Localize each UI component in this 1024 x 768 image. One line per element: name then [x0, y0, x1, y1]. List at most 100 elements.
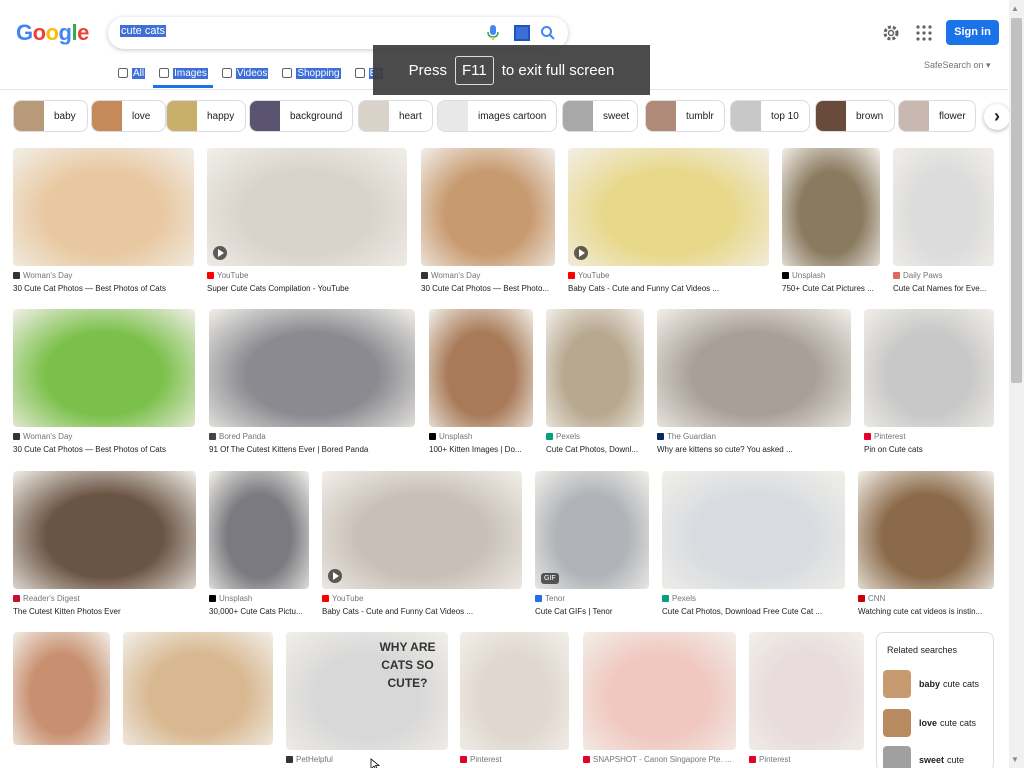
result-thumbnail[interactable]: [429, 309, 533, 427]
result-source[interactable]: Woman's Day: [13, 271, 194, 280]
image-result-card[interactable]: CNN Watching cute cat videos is instin...: [858, 471, 994, 617]
image-result-card[interactable]: GIF Tenor Cute Cat GIFs | Tenor: [535, 471, 649, 617]
image-result-card[interactable]: Woman's Day 30 Cute Cat Photos — Best Pho…: [13, 309, 195, 455]
result-thumbnail[interactable]: [583, 632, 736, 750]
result-source[interactable]: YouTube: [322, 594, 522, 603]
image-result-card[interactable]: Unsplash 750+ Cute Cat Pictures ...: [782, 148, 880, 294]
image-result-card[interactable]: YouTube Baby Cats - Cute and Funny Cat Vi…: [322, 471, 522, 617]
image-result-card[interactable]: Bored Panda 91 Of The Cutest Kittens Ever…: [209, 309, 415, 455]
image-result-card[interactable]: Woman's Day 30 Cute Cat Photos — Best Pho…: [421, 148, 555, 294]
search-input[interactable]: cute cats: [120, 25, 167, 37]
filter-chip[interactable]: love: [91, 100, 166, 132]
result-title[interactable]: Watching cute cat videos is instin...: [858, 607, 994, 616]
filter-chip[interactable]: background: [249, 100, 353, 132]
filter-chip[interactable]: heart: [358, 100, 433, 132]
result-thumbnail[interactable]: [749, 632, 864, 750]
filter-chip[interactable]: images cartoon: [437, 100, 557, 132]
filter-chip[interactable]: tumblr: [645, 100, 725, 132]
result-title[interactable]: 30,000+ Cute Cats Pictu...: [209, 607, 309, 616]
result-title[interactable]: Baby Cats - Cute and Funny Cat Videos ..…: [568, 284, 769, 293]
result-title[interactable]: Cute Cat Photos, Download Free Cute Cat …: [662, 607, 845, 616]
image-result-card[interactable]: WHY ARE CATS SO CUTE? PetHelpful: [286, 632, 448, 768]
camera-lens-icon[interactable]: [514, 25, 530, 41]
result-source[interactable]: YouTube: [207, 271, 407, 280]
result-title[interactable]: Pin on Cute cats: [864, 445, 994, 454]
result-thumbnail[interactable]: [421, 148, 555, 266]
image-result-card[interactable]: Pexels Cute Cat Photos, Download Free Cut…: [662, 471, 845, 617]
result-title[interactable]: 91 Of The Cutest Kittens Ever | Bored Pa…: [209, 445, 415, 454]
image-result-card[interactable]: YouTube Super Cute Cats Compilation - You…: [207, 148, 407, 294]
gear-icon[interactable]: [882, 24, 900, 42]
result-source[interactable]: Unsplash: [782, 271, 880, 280]
image-result-card[interactable]: Daily Paws Cute Cat Names for Eve...: [893, 148, 994, 294]
result-thumbnail[interactable]: [662, 471, 845, 589]
result-title[interactable]: 30 Cute Cat Photos — Best Photos of Cats: [13, 445, 195, 454]
result-source[interactable]: Pexels: [546, 432, 644, 441]
image-result-card[interactable]: [123, 632, 273, 768]
filter-chip[interactable]: happy: [166, 100, 246, 132]
result-source[interactable]: Pinterest: [864, 432, 994, 441]
result-thumbnail[interactable]: [460, 632, 569, 750]
related-search-item[interactable]: sweet cute: [883, 745, 989, 768]
result-title[interactable]: The Cutest Kitten Photos Ever: [13, 607, 196, 616]
result-source[interactable]: Daily Paws: [893, 271, 994, 280]
scroll-down-arrow[interactable]: ▼: [1011, 755, 1019, 764]
image-result-card[interactable]: Pinterest Pin on Cute cats: [864, 309, 994, 455]
scrollbar-thumb[interactable]: [1011, 18, 1022, 383]
image-result-card[interactable]: Unsplash 100+ Kitten Images | Do...: [429, 309, 533, 455]
tab-shopping[interactable]: Shopping: [282, 64, 341, 82]
scroll-up-arrow[interactable]: ▲: [1011, 4, 1019, 13]
sign-in-button[interactable]: Sign in: [946, 20, 999, 45]
result-thumbnail[interactable]: [13, 632, 110, 745]
filter-chip[interactable]: sweet: [562, 100, 638, 132]
result-thumbnail[interactable]: [13, 148, 194, 266]
microphone-icon[interactable]: [486, 25, 500, 41]
result-title[interactable]: 100+ Kitten Images | Do...: [429, 445, 533, 454]
filter-chip[interactable]: brown: [815, 100, 895, 132]
image-result-card[interactable]: SNAPSHOT - Canon Singapore Pte. ...: [583, 632, 736, 768]
result-thumbnail[interactable]: [858, 471, 994, 589]
result-thumbnail[interactable]: [893, 148, 994, 266]
chips-next-button[interactable]: ›: [984, 104, 1010, 130]
result-thumbnail[interactable]: [209, 309, 415, 427]
result-title[interactable]: 750+ Cute Cat Pictures ...: [782, 284, 880, 293]
image-result-card[interactable]: YouTube Baby Cats - Cute and Funny Cat Vi…: [568, 148, 769, 294]
related-search-item[interactable]: love cute cats: [883, 708, 989, 738]
image-result-card[interactable]: Pinterest: [749, 632, 864, 768]
result-thumbnail[interactable]: [535, 471, 649, 589]
related-search-item[interactable]: baby cute cats: [883, 669, 989, 699]
image-result-card[interactable]: Pexels Cute Cat Photos, Downl...: [546, 309, 644, 455]
result-title[interactable]: Cute Cat GIFs | Tenor: [535, 607, 649, 616]
result-thumbnail[interactable]: [782, 148, 880, 266]
result-title[interactable]: 30 Cute Cat Photos — Best Photo...: [421, 284, 555, 293]
filter-chip[interactable]: top 10: [730, 100, 810, 132]
result-source[interactable]: The Guardian: [657, 432, 851, 441]
result-thumbnail[interactable]: [123, 632, 273, 745]
filter-chip[interactable]: baby: [13, 100, 88, 132]
image-result-card[interactable]: Reader's Digest The Cutest Kitten Photos …: [13, 471, 196, 617]
result-thumbnail[interactable]: [207, 148, 407, 266]
result-title[interactable]: Super Cute Cats Compilation - YouTube: [207, 284, 407, 293]
result-source[interactable]: Unsplash: [209, 594, 309, 603]
result-title[interactable]: Why are kittens so cute? You asked ...: [657, 445, 851, 454]
result-thumbnail[interactable]: [322, 471, 522, 589]
search-icon[interactable]: [540, 25, 556, 41]
result-title[interactable]: Cute Cat Names for Eve...: [893, 284, 994, 293]
tab-all[interactable]: All: [118, 64, 146, 82]
result-source[interactable]: PetHelpful: [286, 755, 448, 764]
result-thumbnail[interactable]: [864, 309, 994, 427]
result-title[interactable]: Cute Cat Photos, Downl...: [546, 445, 644, 454]
image-result-card[interactable]: Woman's Day 30 Cute Cat Photos — Best Pho…: [13, 148, 194, 294]
result-thumbnail[interactable]: [568, 148, 769, 266]
tab-images[interactable]: Images: [159, 64, 208, 82]
result-thumbnail[interactable]: [13, 309, 195, 427]
result-source[interactable]: Tenor: [535, 594, 649, 603]
apps-grid-icon[interactable]: [916, 25, 932, 41]
result-source[interactable]: YouTube: [568, 271, 769, 280]
image-result-card[interactable]: The Guardian Why are kittens so cute? You…: [657, 309, 851, 455]
filter-chip[interactable]: flower: [898, 100, 976, 132]
result-source[interactable]: Bored Panda: [209, 432, 415, 441]
result-source[interactable]: Reader's Digest: [13, 594, 196, 603]
result-source[interactable]: Pexels: [662, 594, 845, 603]
result-source[interactable]: Woman's Day: [421, 271, 555, 280]
